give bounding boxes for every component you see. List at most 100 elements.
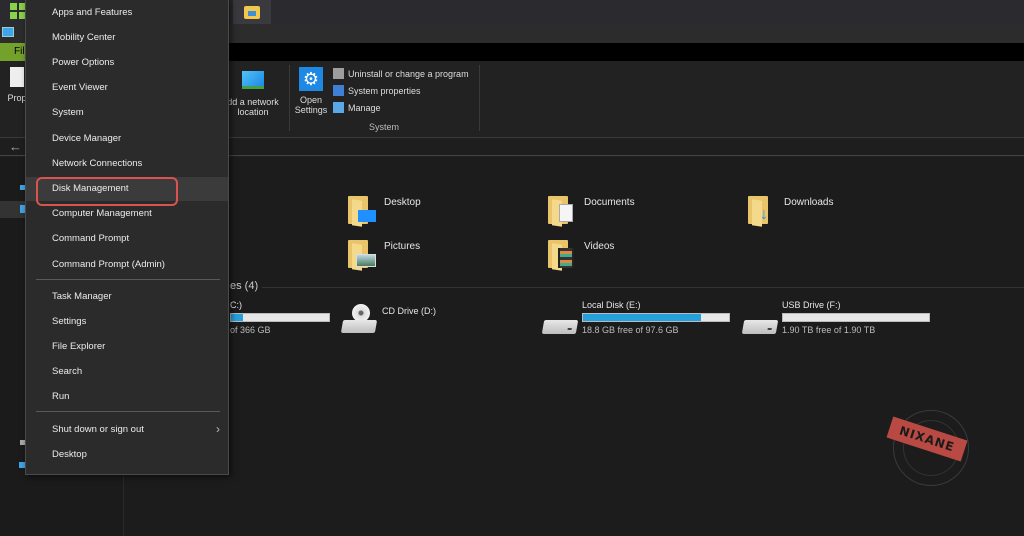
folder-label: Pictures	[384, 241, 421, 252]
menu-item-label: Command Prompt (Admin)	[52, 259, 165, 270]
desktop-folder-icon	[346, 194, 378, 227]
highlight-annotation-ring	[36, 177, 178, 206]
network-location-icon	[242, 71, 264, 89]
menu-item-label: Power Options	[52, 57, 115, 68]
drive-d[interactable]: CD Drive (D:)	[382, 306, 436, 316]
add-network-location-label: dd a network	[227, 97, 279, 107]
folder-label: Documents	[584, 197, 635, 208]
manage-label: Manage	[348, 102, 381, 113]
open-settings-button[interactable]: ⚙ Open Settings	[293, 67, 329, 115]
menu-item-label: Command Prompt	[52, 233, 130, 244]
system-properties-button[interactable]: System properties	[333, 85, 421, 96]
usb-drive-icon	[741, 320, 779, 334]
chevron-right-icon: ›	[216, 422, 220, 436]
power-user-menu: Apps and Features Mobility Center Power Op…	[25, 0, 229, 475]
menu-item-label: System	[52, 107, 84, 118]
folder-pictures[interactable]: Pictures	[346, 238, 421, 271]
drive-free-space: 1.90 TB free of 1.90 TB	[782, 325, 876, 335]
menu-item-label: Event Viewer	[52, 82, 108, 93]
menu-item-run[interactable]: Run	[26, 385, 228, 409]
folder-documents[interactable]: Documents	[546, 194, 635, 227]
menu-item-command-prompt[interactable]: Command Prompt	[26, 227, 228, 251]
local-disk-icon	[541, 320, 579, 334]
drive-name: CD Drive (D:)	[382, 306, 436, 316]
ribbon-group-system-label: System	[369, 122, 400, 132]
menu-item-task-manager[interactable]: Task Manager	[26, 285, 228, 309]
cd-drive-icon	[340, 304, 378, 334]
devices-section-header[interactable]: es (4)	[230, 280, 258, 292]
folder-videos[interactable]: Videos	[546, 238, 615, 271]
drive-f[interactable]: USB Drive (F:) 1.90 TB free of 1.90 TB	[782, 300, 930, 335]
menu-item-mobility-center[interactable]: Mobility Center	[26, 26, 228, 50]
menu-separator	[36, 279, 220, 280]
menu-item-search[interactable]: Search	[26, 360, 228, 384]
windows-start-icon[interactable]	[10, 3, 26, 19]
menu-item-label: Search	[52, 366, 83, 377]
menu-item-shut-down-or-sign-out[interactable]: Shut down or sign out ›	[26, 418, 228, 442]
pictures-folder-icon	[346, 238, 378, 271]
folder-downloads[interactable]: ↓ Downloads	[746, 194, 834, 227]
menu-item-label: Desktop	[52, 449, 87, 460]
folder-label: Desktop	[384, 197, 421, 208]
menu-item-label: Mobility Center	[52, 32, 116, 43]
menu-separator	[36, 411, 220, 412]
drive-name: Local Disk (E:)	[582, 300, 641, 310]
menu-item-device-manager[interactable]: Device Manager	[26, 127, 228, 151]
menu-item-network-connections[interactable]: Network Connections	[26, 152, 228, 176]
drive-usage-fill	[231, 314, 243, 321]
manage-icon	[333, 102, 344, 113]
menu-item-file-explorer[interactable]: File Explorer	[26, 335, 228, 359]
add-network-location-button[interactable]: dd a network location	[222, 71, 284, 117]
add-network-location-label-2: location	[237, 107, 269, 117]
folder-label: Videos	[584, 241, 615, 252]
drive-usage-bar	[230, 313, 330, 322]
section-divider	[262, 287, 1024, 288]
uninstall-program-button[interactable]: Uninstall or change a program	[333, 68, 469, 79]
menu-item-apps-and-features[interactable]: Apps and Features	[26, 1, 228, 25]
menu-item-command-prompt-admin[interactable]: Command Prompt (Admin)	[26, 253, 228, 277]
back-arrow-icon[interactable]: ←	[9, 139, 22, 154]
folder-desktop[interactable]: Desktop	[346, 194, 421, 227]
drive-usage-bar	[582, 313, 730, 322]
menu-item-label: Shut down or sign out	[52, 424, 144, 435]
menu-item-system[interactable]: System	[26, 101, 228, 125]
drive-usage-bar	[782, 313, 930, 322]
menu-item-power-options[interactable]: Power Options	[26, 51, 228, 75]
drive-c[interactable]: C:) of 366 GB	[230, 300, 330, 335]
ribbon-separator	[479, 65, 480, 131]
open-settings-label-2: Settings	[294, 105, 328, 115]
drive-e[interactable]: Local Disk (E:) 18.8 GB free of 97.6 GB	[582, 300, 730, 335]
uninstall-icon	[333, 68, 344, 79]
folder-label: Downloads	[784, 197, 834, 208]
settings-gear-icon: ⚙	[299, 67, 323, 91]
menu-item-event-viewer[interactable]: Event Viewer	[26, 76, 228, 100]
drive-free-space: of 366 GB	[230, 325, 271, 335]
system-properties-label: System properties	[348, 85, 421, 96]
drive-free-space: 18.8 GB free of 97.6 GB	[582, 325, 679, 335]
properties-icon	[10, 67, 24, 87]
menu-item-label: Apps and Features	[52, 7, 133, 18]
open-settings-label: Open	[299, 95, 323, 105]
screen: Fil Prop dd a network location ⚙ Open Se…	[0, 0, 1024, 536]
this-pc-icon	[2, 27, 14, 37]
properties-label: Prop	[7, 93, 27, 103]
menu-item-label: Computer Management	[52, 208, 152, 219]
file-explorer-taskbar-button[interactable]	[233, 0, 271, 24]
drive-name: USB Drive (F:)	[782, 300, 841, 310]
uninstall-label: Uninstall or change a program	[348, 68, 469, 79]
menu-item-label: Run	[52, 391, 70, 402]
manage-button[interactable]: Manage	[333, 102, 381, 113]
menu-item-label: Task Manager	[52, 291, 112, 302]
drive-usage-fill	[583, 314, 702, 321]
menu-item-desktop[interactable]: Desktop	[26, 443, 228, 467]
drive-name: C:)	[230, 300, 242, 310]
menu-item-label: Device Manager	[52, 133, 122, 144]
menu-item-label: Settings	[52, 316, 87, 327]
ribbon-separator	[289, 65, 290, 131]
menu-item-label: File Explorer	[52, 341, 106, 352]
folder-icon	[244, 5, 260, 19]
documents-folder-icon	[546, 194, 578, 227]
menu-item-settings[interactable]: Settings	[26, 310, 228, 334]
file-tab[interactable]: Fil	[0, 43, 26, 61]
downloads-folder-icon: ↓	[746, 194, 778, 227]
